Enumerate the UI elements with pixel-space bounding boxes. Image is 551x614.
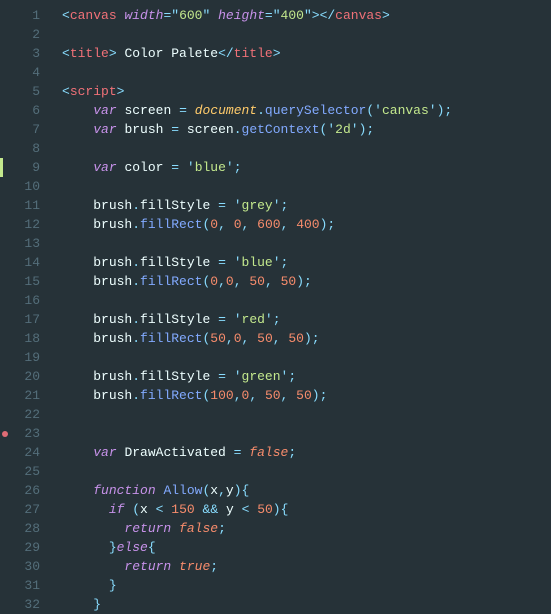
code-line[interactable]: brush.fillRect(0, 0, 600, 400); xyxy=(62,215,551,234)
line-number[interactable]: 32 xyxy=(0,595,40,614)
line-number[interactable]: 27 xyxy=(0,500,40,519)
line-number[interactable]: 3 xyxy=(0,44,40,63)
code-line[interactable]: return false; xyxy=(62,519,551,538)
code-line[interactable]: if (x < 150 && y < 50){ xyxy=(62,500,551,519)
code-line[interactable]: }else{ xyxy=(62,538,551,557)
line-number[interactable]: 13 xyxy=(0,234,40,253)
line-number[interactable]: 25 xyxy=(0,462,40,481)
code-line[interactable]: brush.fillRect(0,0, 50, 50); xyxy=(62,272,551,291)
line-number[interactable]: 7 xyxy=(0,120,40,139)
code-line[interactable]: <script> xyxy=(62,82,551,101)
code-line[interactable]: function Allow(x,y){ xyxy=(62,481,551,500)
code-line[interactable] xyxy=(62,63,551,82)
line-gutter[interactable]: 1234567891011121314151617181920212223242… xyxy=(0,0,48,614)
line-number[interactable]: 14 xyxy=(0,253,40,272)
line-number[interactable]: 8 xyxy=(0,139,40,158)
gutter-lint-dot[interactable] xyxy=(2,431,8,437)
gutter-modified-bar xyxy=(0,158,3,177)
line-number[interactable]: 21 xyxy=(0,386,40,405)
line-number[interactable]: 1 xyxy=(0,6,40,25)
code-line[interactable] xyxy=(62,405,551,424)
code-line[interactable] xyxy=(62,177,551,196)
code-line[interactable]: return true; xyxy=(62,557,551,576)
line-number[interactable]: 18 xyxy=(0,329,40,348)
code-line[interactable] xyxy=(62,25,551,44)
line-number[interactable]: 31 xyxy=(0,576,40,595)
line-number[interactable]: 22 xyxy=(0,405,40,424)
line-number[interactable]: 17 xyxy=(0,310,40,329)
line-number[interactable]: 6 xyxy=(0,101,40,120)
line-number[interactable]: 28 xyxy=(0,519,40,538)
code-line[interactable]: brush.fillStyle = 'grey'; xyxy=(62,196,551,215)
code-line[interactable]: brush.fillStyle = 'blue'; xyxy=(62,253,551,272)
line-number[interactable]: 30 xyxy=(0,557,40,576)
line-number[interactable]: 12 xyxy=(0,215,40,234)
line-number[interactable]: 10 xyxy=(0,177,40,196)
code-line[interactable]: var DrawActivated = false; xyxy=(62,443,551,462)
code-line[interactable]: <title> Color Palete</title> xyxy=(62,44,551,63)
line-number[interactable]: 20 xyxy=(0,367,40,386)
code-line[interactable]: brush.fillStyle = 'red'; xyxy=(62,310,551,329)
line-number[interactable]: 5 xyxy=(0,82,40,101)
line-number[interactable]: 26 xyxy=(0,481,40,500)
code-line[interactable] xyxy=(62,139,551,158)
code-line[interactable]: brush.fillStyle = 'green'; xyxy=(62,367,551,386)
code-line[interactable]: var color = 'blue'; xyxy=(62,158,551,177)
line-number[interactable]: 11 xyxy=(0,196,40,215)
line-number[interactable]: 19 xyxy=(0,348,40,367)
code-line[interactable] xyxy=(62,348,551,367)
code-line[interactable] xyxy=(62,234,551,253)
code-line[interactable]: } xyxy=(62,576,551,595)
code-line[interactable]: <canvas width="600" height="400"></canva… xyxy=(62,6,551,25)
line-number[interactable]: 15 xyxy=(0,272,40,291)
line-number[interactable]: 24 xyxy=(0,443,40,462)
line-number[interactable]: 9 xyxy=(0,158,40,177)
code-line[interactable]: brush.fillRect(50,0, 50, 50); xyxy=(62,329,551,348)
code-line[interactable]: brush.fillRect(100,0, 50, 50); xyxy=(62,386,551,405)
code-line[interactable]: } xyxy=(62,595,551,614)
code-line[interactable]: var brush = screen.getContext('2d'); xyxy=(62,120,551,139)
code-line[interactable]: var screen = document.querySelector('can… xyxy=(62,101,551,120)
code-line[interactable] xyxy=(62,291,551,310)
line-number[interactable]: 29 xyxy=(0,538,40,557)
line-number[interactable]: 4 xyxy=(0,63,40,82)
line-number[interactable]: 2 xyxy=(0,25,40,44)
code-area[interactable]: <canvas width="600" height="400"></canva… xyxy=(48,0,551,614)
code-editor[interactable]: 1234567891011121314151617181920212223242… xyxy=(0,0,551,614)
line-number[interactable]: 16 xyxy=(0,291,40,310)
code-line[interactable] xyxy=(62,462,551,481)
code-line[interactable] xyxy=(62,424,551,443)
